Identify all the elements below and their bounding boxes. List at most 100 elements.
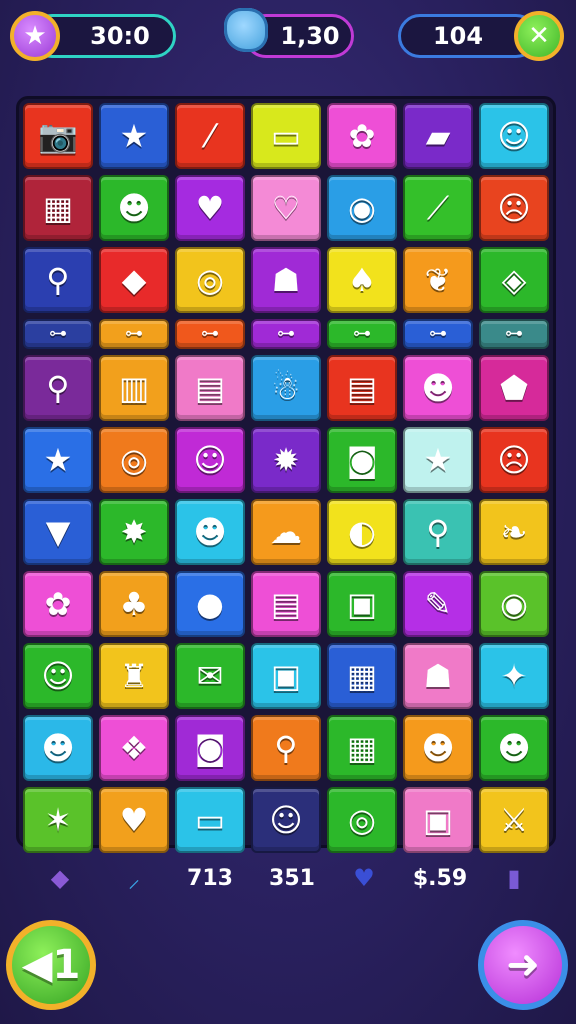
board-tile[interactable]: ▤ xyxy=(175,355,245,421)
board-tile[interactable]: ◐ xyxy=(327,499,397,565)
board-tile[interactable]: ☗ xyxy=(403,643,473,709)
board-tile[interactable]: ▭ xyxy=(175,787,245,853)
board-tile[interactable]: ⊶ xyxy=(403,319,473,349)
board-tile[interactable]: ⊶ xyxy=(175,319,245,349)
board-tile[interactable]: ☗ xyxy=(251,247,321,313)
board-tile[interactable]: ♠ xyxy=(327,247,397,313)
board-tile[interactable]: 📷 xyxy=(23,103,93,169)
board-tile[interactable]: ✉ xyxy=(175,643,245,709)
board-tile[interactable]: ❦ xyxy=(403,247,473,313)
board-tile[interactable]: ★ xyxy=(403,427,473,493)
board-tile[interactable]: ▣ xyxy=(403,787,473,853)
board-tile[interactable]: ▤ xyxy=(251,571,321,637)
star-icon: ✶ xyxy=(44,801,72,839)
board-tile[interactable]: ☻ xyxy=(23,715,93,781)
board-tile[interactable]: ◙ xyxy=(175,715,245,781)
board-tile[interactable]: ⁄ xyxy=(175,103,245,169)
board-tile[interactable]: ◎ xyxy=(175,247,245,313)
board-tile[interactable]: ✿ xyxy=(327,103,397,169)
cube-icon: ◆ xyxy=(50,864,70,892)
board-tile[interactable]: ☻ xyxy=(403,715,473,781)
dumbbell-icon: ⊶ xyxy=(505,323,523,344)
orange-icon: ● xyxy=(196,585,224,623)
board-tile[interactable]: ⟋ xyxy=(403,175,473,241)
board-tile[interactable]: ⊶ xyxy=(327,319,397,349)
board-tile[interactable]: ◉ xyxy=(479,571,549,637)
board-tile[interactable]: ▣ xyxy=(327,571,397,637)
board-tile[interactable]: ◉ xyxy=(327,175,397,241)
board-tile[interactable]: ◎ xyxy=(99,427,169,493)
board-tile[interactable]: ◈ xyxy=(479,247,549,313)
board-tile[interactable]: ♣ xyxy=(99,571,169,637)
back-button[interactable]: ◀1 xyxy=(6,920,96,1010)
board-tile[interactable]: ☺ xyxy=(251,787,321,853)
scroll-icon: ✉ xyxy=(196,657,224,695)
board-tile[interactable]: ▼ xyxy=(23,499,93,565)
star-badge-icon: ✹ xyxy=(272,441,300,479)
board-tile[interactable]: ☻ xyxy=(99,175,169,241)
board-tile[interactable]: ⚲ xyxy=(23,355,93,421)
board-tile[interactable]: ▤ xyxy=(327,355,397,421)
board-tile[interactable]: ♜ xyxy=(99,643,169,709)
board-tile[interactable]: ☺ xyxy=(479,103,549,169)
board-tile[interactable]: ✶ xyxy=(23,787,93,853)
board-tile[interactable]: ☁ xyxy=(251,499,321,565)
board-tile[interactable]: ⚲ xyxy=(403,499,473,565)
board-tile[interactable]: ▣ xyxy=(251,643,321,709)
board-tile[interactable]: ☻ xyxy=(175,499,245,565)
close-icon[interactable]: ✕ xyxy=(514,11,564,61)
board-tile[interactable]: ✹ xyxy=(251,427,321,493)
board-tile[interactable]: ★ xyxy=(99,103,169,169)
board-tile[interactable]: ◙ xyxy=(327,427,397,493)
board-tile[interactable]: ☻ xyxy=(479,715,549,781)
face-icon: ☺ xyxy=(269,801,303,839)
board-tile[interactable]: ▰ xyxy=(403,103,473,169)
board-tile[interactable]: ☹ xyxy=(479,175,549,241)
board-tile[interactable]: ♡ xyxy=(251,175,321,241)
board-tile[interactable]: ⚔ xyxy=(479,787,549,853)
board-tile[interactable]: ✸ xyxy=(99,499,169,565)
board-tile[interactable]: ☺ xyxy=(175,427,245,493)
pen-icon: ✎ xyxy=(424,585,452,623)
star-icon: ★ xyxy=(119,117,149,155)
board-tile[interactable]: ● xyxy=(175,571,245,637)
board-tile[interactable]: ★ xyxy=(23,427,93,493)
board-tile[interactable]: ❧ xyxy=(479,499,549,565)
board-tile[interactable]: ⚲ xyxy=(23,247,93,313)
board-tile[interactable]: ☃ xyxy=(251,355,321,421)
board-tile[interactable]: ▦ xyxy=(23,175,93,241)
document-icon: ▤ xyxy=(346,369,378,407)
gem-value: 1,30 xyxy=(280,22,340,50)
robot-icon: ☺ xyxy=(497,117,531,155)
camera-icon: ◙ xyxy=(346,441,378,479)
leaf-icon: ❧ xyxy=(500,513,528,551)
board-tile[interactable]: ⊶ xyxy=(479,319,549,349)
calendar-icon: ▦ xyxy=(42,189,74,227)
keyboard-icon: ▦ xyxy=(346,729,378,767)
next-button[interactable]: ➜ xyxy=(478,920,568,1010)
board-tile[interactable]: ☺ xyxy=(23,643,93,709)
board-tile[interactable]: ⊶ xyxy=(251,319,321,349)
maple-leaf-icon: ✦ xyxy=(500,657,528,695)
spiral-icon: ◎ xyxy=(196,261,224,299)
board-tile[interactable]: ☹ xyxy=(479,427,549,493)
board-tile[interactable]: ☻ xyxy=(403,355,473,421)
board-tile[interactable]: ⚲ xyxy=(251,715,321,781)
board-tile[interactable]: ❖ xyxy=(99,715,169,781)
board-tile[interactable]: ◆ xyxy=(99,247,169,313)
board-tile[interactable]: ⊶ xyxy=(23,319,93,349)
board-tile[interactable]: ♥ xyxy=(175,175,245,241)
board-tile[interactable]: ♥ xyxy=(99,787,169,853)
star-icon[interactable]: ★ xyxy=(10,11,60,61)
board-tile[interactable]: ▦ xyxy=(327,715,397,781)
slash-icon: ⁄ xyxy=(207,117,213,155)
board-tile[interactable]: ◎ xyxy=(327,787,397,853)
board-tile[interactable]: ⊶ xyxy=(99,319,169,349)
board-tile[interactable]: ✦ xyxy=(479,643,549,709)
board-tile[interactable]: ▥ xyxy=(99,355,169,421)
board-tile[interactable]: ✎ xyxy=(403,571,473,637)
board-tile[interactable]: ▦ xyxy=(327,643,397,709)
board-tile[interactable]: ▭ xyxy=(251,103,321,169)
board-tile[interactable]: ✿ xyxy=(23,571,93,637)
board-tile[interactable]: ⬟ xyxy=(479,355,549,421)
